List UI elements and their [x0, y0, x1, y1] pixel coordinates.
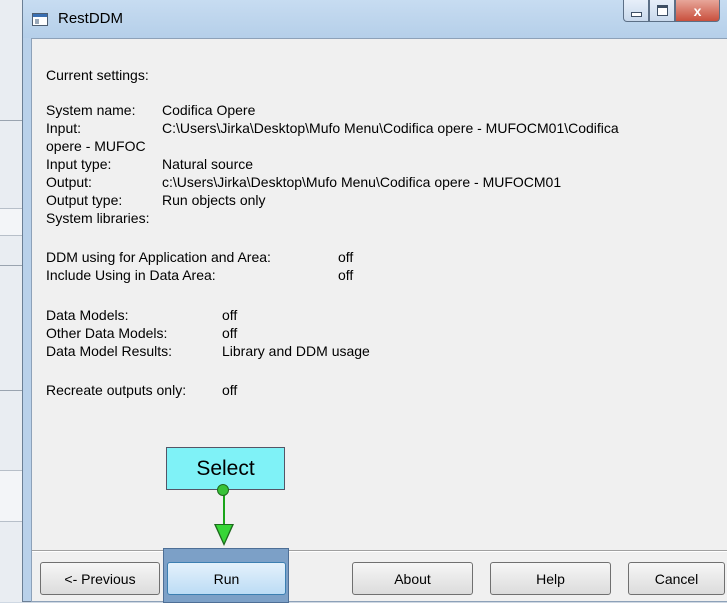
- output-value: c:\Users\Jirka\Desktop\Mufo Menu\Codific…: [162, 174, 562, 190]
- system-name-value: Codifica Opere: [162, 102, 256, 118]
- annotation-connector-dot: [217, 484, 229, 496]
- close-icon: x: [693, 2, 702, 19]
- system-name-label: System name:: [46, 102, 136, 118]
- output-label: Output:: [46, 174, 92, 190]
- cancel-button[interactable]: Cancel: [628, 562, 725, 595]
- maximize-icon: [656, 5, 668, 16]
- other-data-models-label: Other Data Models:: [46, 325, 168, 341]
- minimize-button[interactable]: [623, 0, 649, 22]
- caption-buttons: x: [623, 0, 720, 22]
- output-type-value: Run objects only: [162, 192, 266, 208]
- maximize-button[interactable]: [649, 0, 675, 22]
- input-label: Input:: [46, 120, 82, 136]
- current-settings-heading: Current settings:: [46, 67, 149, 83]
- output-type-label: Output type:: [46, 192, 123, 208]
- ddm-using-label: DDM using for Application and Area:: [46, 249, 271, 265]
- input-type-value: Natural source: [162, 156, 254, 172]
- about-button[interactable]: About: [352, 562, 473, 595]
- other-data-models-value: off: [222, 325, 238, 341]
- ddm-using-value: off: [338, 249, 354, 265]
- annotation-arrow-icon: [214, 524, 234, 546]
- input-type-label: Input type:: [46, 156, 112, 172]
- include-using-label: Include Using in Data Area:: [46, 267, 216, 283]
- data-models-value: off: [222, 307, 238, 323]
- title-bar: RestDDM x: [23, 0, 727, 38]
- recreate-outputs-label: Recreate outputs only:: [46, 382, 187, 398]
- minimize-icon: [630, 12, 642, 17]
- dialog-client-area: Current settings: System name: Codifica …: [31, 38, 727, 603]
- data-models-label: Data Models:: [46, 307, 129, 323]
- run-button[interactable]: Run: [167, 562, 286, 595]
- previous-button[interactable]: <- Previous: [40, 562, 160, 595]
- data-model-results-label: Data Model Results:: [46, 343, 173, 359]
- input-value-continued: opere - MUFOC: [46, 138, 146, 154]
- system-libraries-label: System libraries:: [46, 210, 150, 226]
- recreate-outputs-value: off: [222, 382, 238, 398]
- help-button[interactable]: Help: [490, 562, 611, 595]
- app-icon: [32, 13, 48, 26]
- button-separator: [32, 550, 727, 552]
- restddm-window: RestDDM x Current settings: System name:…: [22, 0, 727, 603]
- data-model-results-value: Library and DDM usage: [222, 343, 370, 359]
- close-button[interactable]: x: [675, 0, 720, 22]
- include-using-value: off: [338, 267, 354, 283]
- input-value: C:\Users\Jirka\Desktop\Mufo Menu\Codific…: [162, 120, 619, 136]
- window-title: RestDDM: [58, 10, 124, 27]
